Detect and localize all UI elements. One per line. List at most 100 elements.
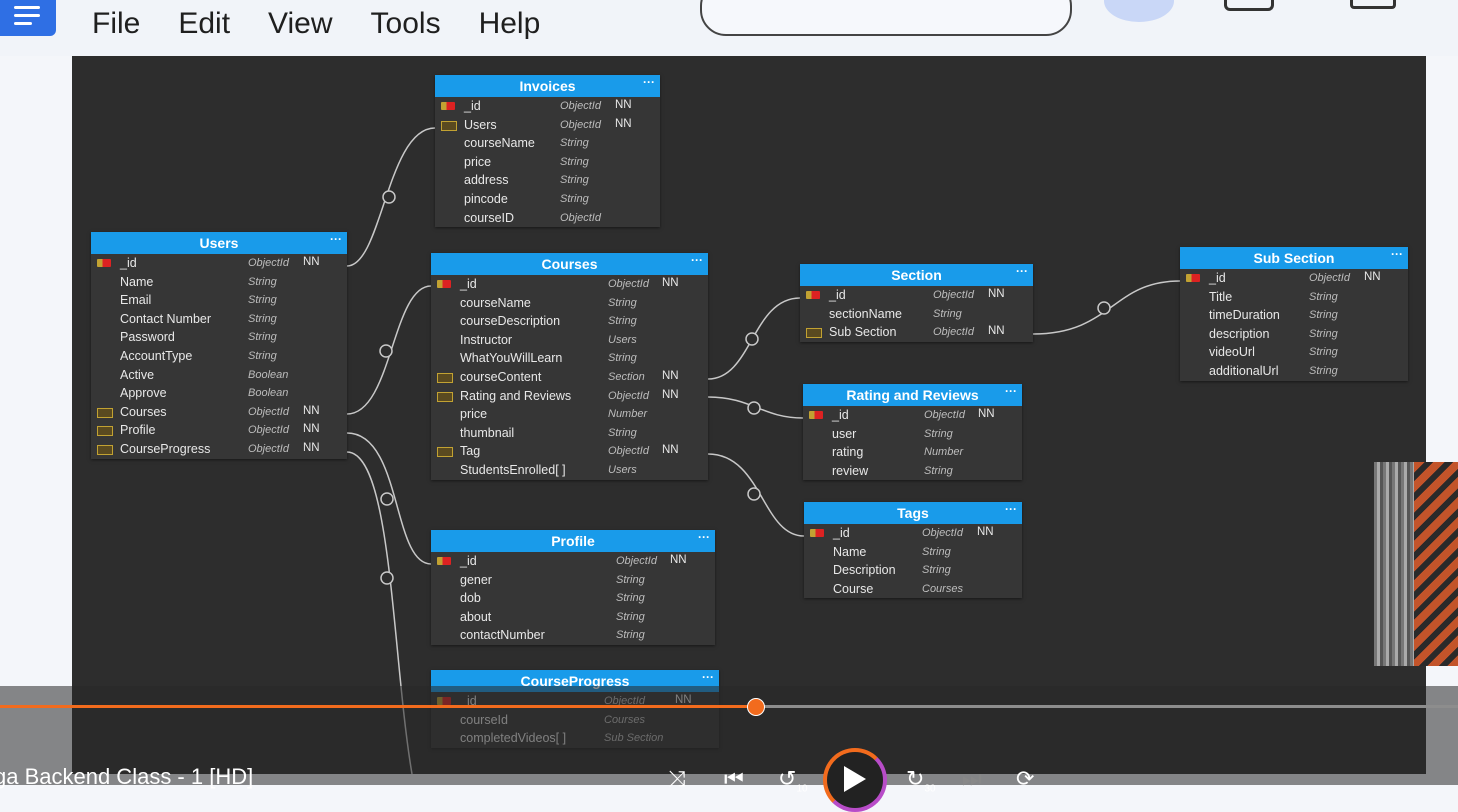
field-row[interactable]: Instructor Users — [431, 331, 708, 350]
field-row[interactable]: pincode String — [435, 190, 660, 209]
menu-edit[interactable]: Edit — [178, 6, 230, 42]
entity-title[interactable]: Rating and Reviews ··· — [803, 384, 1022, 406]
field-row[interactable]: _id ObjectId NN — [804, 524, 1022, 543]
field-row[interactable]: user String — [803, 425, 1022, 444]
field-row[interactable]: CourseProgress ObjectId NN — [91, 440, 347, 459]
field-row[interactable]: address String — [435, 171, 660, 190]
next-icon[interactable]: ⏭ — [962, 766, 982, 792]
field-row[interactable]: review String — [803, 462, 1022, 481]
repeat-icon[interactable]: ⟳ — [1016, 766, 1034, 792]
menu-help[interactable]: Help — [479, 6, 541, 42]
search-box[interactable] — [700, 0, 1072, 36]
field-row[interactable]: _id ObjectId NN — [1180, 269, 1408, 288]
video-thumbnail[interactable] — [1374, 462, 1458, 666]
field-row[interactable]: thumbnail String — [431, 424, 708, 443]
field-type: ObjectId — [924, 409, 965, 421]
entity-subsection[interactable]: Sub Section ··· _id ObjectId NN Title String ti… — [1180, 247, 1408, 381]
entity-users[interactable]: Users ··· _id ObjectId NN Name String Email Stri… — [91, 232, 347, 459]
field-row[interactable]: Description String — [804, 561, 1022, 580]
entity-title[interactable]: Courses ··· — [431, 253, 708, 275]
more-icon[interactable]: ··· — [1391, 243, 1403, 265]
field-row[interactable]: Users ObjectId NN — [435, 116, 660, 135]
field-name: additionalUrl — [1209, 363, 1279, 378]
share-icon[interactable] — [1350, 0, 1396, 9]
entity-title[interactable]: Tags ··· — [804, 502, 1022, 524]
menu-tools[interactable]: Tools — [371, 6, 441, 42]
field-name: _id — [464, 99, 481, 113]
more-icon[interactable]: ··· — [643, 71, 655, 93]
field-row[interactable]: rating Number — [803, 443, 1022, 462]
field-row[interactable]: _id ObjectId NN — [800, 286, 1033, 305]
field-row[interactable]: sectionName String — [800, 305, 1033, 324]
field-row[interactable]: _id ObjectId NN — [91, 254, 347, 273]
menu-file[interactable]: File — [92, 6, 140, 42]
field-row[interactable]: courseName String — [431, 294, 708, 313]
entity-profile[interactable]: Profile ··· _id ObjectId NN gener String dob Str… — [431, 530, 715, 645]
entity-invoices[interactable]: Invoices ··· _id ObjectId NN Users ObjectId NN c… — [435, 75, 660, 228]
field-row[interactable]: price Number — [431, 405, 708, 424]
field-row[interactable]: Profile ObjectId NN — [91, 421, 347, 440]
field-row[interactable]: Courses ObjectId NN — [91, 403, 347, 422]
field-row[interactable]: _id ObjectId NN — [803, 406, 1022, 425]
shuffle-icon[interactable]: ⤨ — [668, 766, 686, 792]
field-row[interactable]: _id ObjectId NN — [431, 552, 715, 571]
field-row[interactable]: WhatYouWillLearn String — [431, 349, 708, 368]
more-icon[interactable]: ··· — [1005, 498, 1017, 520]
more-icon[interactable]: ··· — [1005, 380, 1017, 402]
field-row[interactable]: additionalUrl String — [1180, 362, 1408, 381]
field-row[interactable]: Approve Boolean — [91, 384, 347, 403]
more-icon[interactable]: ··· — [702, 666, 714, 688]
more-icon[interactable]: ··· — [691, 249, 703, 271]
field-row[interactable]: videoUrl String — [1180, 343, 1408, 362]
field-row[interactable]: Course Courses — [804, 580, 1022, 599]
field-row[interactable]: about String — [431, 608, 715, 627]
field-row[interactable]: timeDuration String — [1180, 306, 1408, 325]
entity-title[interactable]: Profile ··· — [431, 530, 715, 552]
entity-tags[interactable]: Tags ··· _id ObjectId NN Name String Descriptio… — [804, 502, 1022, 599]
field-row[interactable]: courseID ObjectId — [435, 209, 660, 228]
entity-title[interactable]: Invoices ··· — [435, 75, 660, 97]
play-button[interactable] — [823, 748, 887, 812]
field-row[interactable]: Email String — [91, 291, 347, 310]
previous-icon[interactable]: ⏮ — [724, 766, 744, 792]
docs-logo-icon[interactable] — [0, 0, 56, 36]
field-row[interactable]: AccountType String — [91, 347, 347, 366]
field-row[interactable]: price String — [435, 153, 660, 172]
field-row[interactable]: Contact Number String — [91, 310, 347, 329]
comment-icon[interactable] — [1224, 0, 1274, 11]
rewind-10-icon[interactable]: ↺10 — [778, 766, 808, 794]
field-row[interactable]: Rating and Reviews ObjectId NN — [431, 387, 708, 406]
field-row[interactable]: courseContent Section NN — [431, 368, 708, 387]
entity-title[interactable]: Sub Section ··· — [1180, 247, 1408, 269]
menu-view[interactable]: View — [268, 6, 332, 42]
field-type: String — [1309, 309, 1338, 322]
cardinality-marker — [745, 332, 759, 346]
entity-title[interactable]: Users ··· — [91, 232, 347, 254]
field-row[interactable]: Tag ObjectId NN — [431, 442, 708, 461]
entity-section[interactable]: Section ··· _id ObjectId NN sectionName String… — [800, 264, 1033, 342]
field-row[interactable]: contactNumber String — [431, 626, 715, 645]
field-row[interactable]: Name String — [91, 273, 347, 292]
field-row[interactable]: StudentsEnrolled[ ] Users — [431, 461, 708, 480]
field-row[interactable]: _id ObjectId NN — [431, 275, 708, 294]
field-row[interactable]: Password String — [91, 328, 347, 347]
entity-rating[interactable]: Rating and Reviews ··· _id ObjectId NN user St… — [803, 384, 1022, 481]
forward-30-icon[interactable]: ↻30 — [906, 766, 936, 794]
field-row[interactable]: dob String — [431, 589, 715, 608]
field-row[interactable]: Sub Section ObjectId NN — [800, 323, 1033, 342]
field-type: String — [616, 592, 645, 605]
entity-title[interactable]: Section ··· — [800, 264, 1033, 286]
avatar[interactable] — [1104, 0, 1174, 22]
field-row[interactable]: Title String — [1180, 288, 1408, 307]
field-row[interactable]: _id ObjectId NN — [435, 97, 660, 116]
field-row[interactable]: description String — [1180, 325, 1408, 344]
field-row[interactable]: courseDescription String — [431, 312, 708, 331]
field-row[interactable]: courseName String — [435, 134, 660, 153]
more-icon[interactable]: ··· — [698, 526, 710, 548]
entity-courses[interactable]: Courses ··· _id ObjectId NN courseName String c… — [431, 253, 708, 480]
more-icon[interactable]: ··· — [330, 228, 342, 250]
more-icon[interactable]: ··· — [1016, 260, 1028, 282]
field-row[interactable]: gener String — [431, 571, 715, 590]
field-row[interactable]: Name String — [804, 543, 1022, 562]
field-row[interactable]: Active Boolean — [91, 366, 347, 385]
